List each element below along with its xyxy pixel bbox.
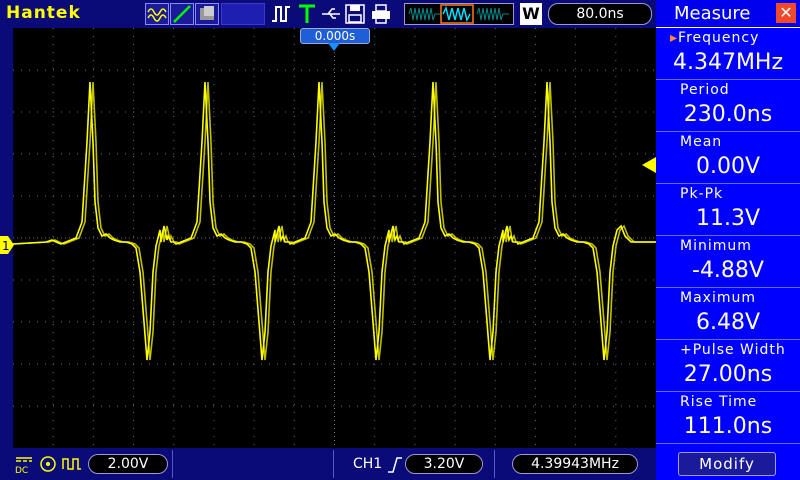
measure-label: +Pulse Width [680, 342, 786, 358]
persistence-icon[interactable] [195, 3, 219, 25]
dc-coupling-icon[interactable]: DC [14, 453, 34, 475]
measure-item-maximum[interactable]: Maximum 6.48V [656, 288, 800, 340]
measure-value: 111.0ns [683, 414, 773, 439]
divider [172, 450, 173, 478]
measure-label: Pk-Pk [680, 186, 724, 202]
measure-item-period[interactable]: Period 230.0ns [656, 80, 800, 132]
probe-icon[interactable] [38, 455, 58, 473]
measure-value: 4.347MHz [672, 50, 784, 75]
measure-item-mean[interactable]: Mean 0.00V [656, 132, 800, 184]
rising-edge-icon[interactable] [387, 456, 403, 474]
usb-icon[interactable] [320, 3, 342, 25]
measure-item-pkpk[interactable]: Pk-Pk 11.3V [656, 184, 800, 236]
measure-label: Minimum [680, 238, 752, 254]
trigger-level[interactable]: 3.20V [405, 454, 483, 474]
bandwidth-icon[interactable] [62, 455, 82, 473]
measure-item-rise-time[interactable]: Rise Time 111.0ns [656, 392, 800, 444]
trigger-position-readout: 0.000s [300, 28, 370, 44]
measure-label: Maximum [680, 290, 756, 306]
measure-value: 0.00V [695, 154, 761, 179]
measure-label: Mean [680, 134, 723, 150]
measure-label: Rise Time [680, 394, 758, 410]
channel-1-marker-label: 1 [2, 239, 10, 253]
measure-panel-header: Measure ✕ [656, 0, 800, 28]
measure-panel: Measure ✕ ▸Frequency 4.347MHz Period 230… [656, 0, 800, 480]
measure-item-minimum[interactable]: Minimum -4.88V [656, 236, 800, 288]
trigger-position-marker[interactable] [328, 43, 340, 53]
slope-icon[interactable] [170, 3, 194, 25]
acquire-wave-icon[interactable] [145, 3, 169, 25]
measure-panel-title: Measure [674, 3, 751, 24]
run-icon[interactable] [270, 3, 292, 25]
measure-label-text: Frequency [678, 30, 760, 46]
measure-item-frequency[interactable]: ▸Frequency 4.347MHz [656, 28, 800, 80]
timebase-mode[interactable]: W [520, 3, 542, 25]
measure-item-pulse-width[interactable]: +Pulse Width 27.00ns [656, 340, 800, 392]
measure-label: Period [680, 82, 730, 98]
status-bar: DC 2.00V CH1 3.20V 4.39943MHz [0, 448, 656, 480]
timebase-display[interactable]: 80.0ns [548, 3, 652, 25]
frequency-counter: 4.39943MHz [512, 454, 638, 474]
trigger-level-marker[interactable] [642, 157, 656, 173]
coupling-label: DC [15, 466, 28, 475]
divider [494, 450, 495, 478]
measure-value: 11.3V [695, 206, 761, 231]
waveform-display[interactable] [12, 28, 656, 448]
memory-overview[interactable] [404, 3, 514, 25]
measure-value: 230.0ns [683, 102, 773, 127]
trigger-icon[interactable] [296, 3, 318, 25]
close-icon[interactable]: ✕ [776, 3, 796, 23]
triangle-pointer-icon: ▸ [670, 30, 679, 46]
trigger-source[interactable]: CH1 [353, 456, 382, 472]
printer-icon[interactable] [370, 3, 392, 25]
divider [333, 450, 334, 478]
measure-value: 27.00ns [683, 362, 773, 387]
status-slot [221, 3, 265, 25]
measure-label: ▸Frequency [670, 30, 759, 46]
top-toolbar: Hantek W 80.0ns [0, 0, 656, 28]
measure-value: -4.88V [692, 258, 764, 283]
channel-scale[interactable]: 2.00V [88, 454, 168, 474]
waveform-canvas [12, 28, 656, 448]
channel-1-marker[interactable]: 1 [0, 236, 14, 254]
modify-button[interactable]: Modify [678, 452, 776, 476]
brand-logo: Hantek [6, 3, 81, 23]
measure-value: 6.48V [695, 310, 761, 335]
save-icon[interactable] [344, 3, 366, 25]
